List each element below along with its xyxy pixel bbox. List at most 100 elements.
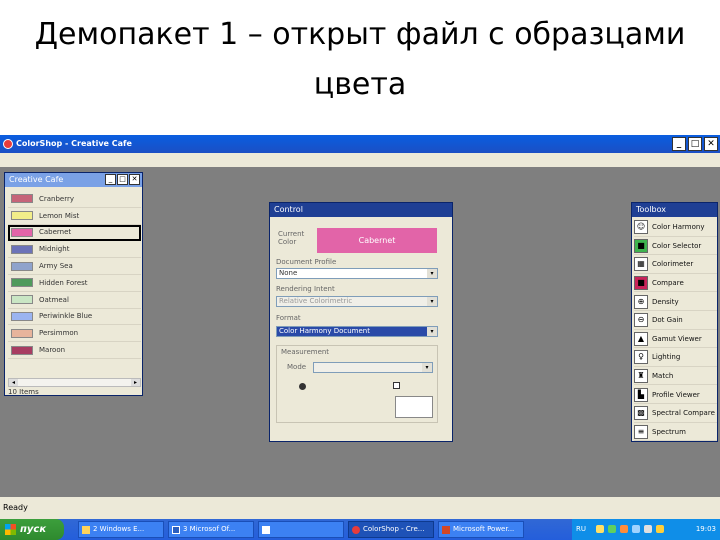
chevron-down-icon[interactable]: ▾ [427, 269, 437, 278]
swatch-item[interactable]: Oatmeal [8, 292, 141, 309]
task-label: ColorShop - Cre... [363, 525, 425, 533]
tool-icon: ■ [634, 276, 648, 291]
swatch-list: Cranberry Lemon Mist Cabernet Midnight Army … [8, 191, 141, 359]
tool-item[interactable]: ■ Color Selector [634, 238, 717, 256]
tool-item[interactable]: ⊕ Density [634, 293, 717, 311]
scroll-left-icon[interactable]: ◂ [9, 379, 18, 386]
rendering-intent-select[interactable]: Relative Colorimetric ▾ [276, 296, 438, 307]
tool-icon: ▦ [634, 257, 648, 272]
app-title: ColorShop - Creative Cafe [16, 139, 132, 148]
rendering-intent-label: Rendering Intent [276, 285, 335, 293]
status-text: Ready [3, 503, 28, 512]
windows-flag-icon [5, 524, 16, 535]
tool-item[interactable]: ▦ Colorimeter [634, 256, 717, 274]
taskbar: пуск 2 Windows E... 3 Microsof Of... Col… [0, 519, 720, 540]
current-color-swatch[interactable]: Cabernet [317, 228, 437, 253]
start-label: пуск [20, 524, 47, 535]
tool-label: Spectrum [652, 427, 686, 436]
swatch-item[interactable]: Hidden Forest [8, 275, 141, 292]
swatch-label: Maroon [39, 346, 66, 355]
cafe-close-button[interactable]: ✕ [129, 174, 140, 185]
swatch-item[interactable]: Persimmon [8, 325, 141, 343]
control-title: Control [274, 205, 303, 214]
color-chip [11, 244, 33, 254]
swatch-item[interactable]: Lemon Mist [8, 208, 141, 225]
tray-icon[interactable] [596, 525, 604, 533]
tool-item[interactable]: ♀ Lighting [634, 349, 717, 367]
tool-item[interactable]: ▩ Spectral Compare [634, 405, 717, 423]
tray-icon[interactable] [656, 525, 664, 533]
tool-icon: ▩ [634, 406, 648, 421]
swatch-item[interactable]: Cabernet [8, 224, 141, 242]
cafe-maximize-button[interactable]: □ [117, 174, 128, 185]
tool-item[interactable]: ▙ Profile Viewer [634, 386, 717, 404]
swatch-item[interactable]: Army Sea [8, 258, 141, 275]
tool-label: Gamut Viewer [652, 334, 702, 343]
word-icon [172, 526, 180, 534]
tool-item[interactable]: ▲ Gamut Viewer [634, 331, 717, 349]
tool-icon: ≡ [634, 424, 648, 439]
start-button[interactable]: пуск [0, 519, 64, 540]
cafe-minimize-button[interactable]: _ [105, 174, 116, 185]
tool-item[interactable]: ■ Compare [634, 275, 717, 293]
measure-button[interactable] [395, 396, 433, 418]
tray-icon[interactable] [620, 525, 628, 533]
creative-cafe-title: Creative Cafe [9, 175, 64, 184]
current-color-label: Current Color [278, 230, 305, 246]
item-count: 10 Items [8, 388, 39, 396]
taskbar-item-document[interactable] [258, 521, 344, 538]
tool-icon: ▙ [634, 387, 648, 402]
measurement-checkbox[interactable] [393, 382, 400, 389]
powerpoint-icon [442, 526, 450, 534]
tray-icon[interactable] [608, 525, 616, 533]
swatch-item[interactable]: Maroon [8, 342, 141, 359]
taskbar-item-explorer[interactable]: 2 Windows E... [78, 521, 164, 538]
tool-item[interactable]: ☺ Color Harmony [634, 219, 717, 237]
tool-icon: ■ [634, 238, 648, 253]
control-panel: Control Current Color Cabernet Document … [269, 202, 453, 442]
scroll-right-icon[interactable]: ▸ [131, 379, 140, 386]
swatch-item[interactable]: Cranberry [8, 191, 141, 208]
swatch-item[interactable]: Periwinkle Blue [8, 309, 141, 326]
tool-label: Spectral Compare [652, 409, 715, 418]
close-button[interactable]: ✕ [704, 137, 718, 151]
tool-label: Dot Gain [652, 316, 683, 325]
status-bar: Ready [0, 497, 720, 519]
toolbox-titlebar: Toolbox [632, 203, 717, 217]
minimize-button[interactable]: _ [672, 137, 686, 151]
document-profile-label: Document Profile [276, 258, 337, 266]
swatch-label: Cabernet [39, 228, 72, 237]
taskbar-item-powerpoint[interactable]: Microsoft Power... [438, 521, 524, 538]
tray-icon[interactable] [632, 525, 640, 533]
taskbar-item-office[interactable]: 3 Microsof Of... [168, 521, 254, 538]
maximize-button[interactable]: □ [688, 137, 702, 151]
document-icon [262, 526, 270, 534]
swatch-item[interactable]: Midnight [8, 241, 141, 259]
chevron-down-icon[interactable]: ▾ [427, 327, 437, 336]
color-chip [11, 328, 33, 338]
chevron-down-icon[interactable]: ▾ [422, 363, 432, 372]
app-titlebar: ColorShop - Creative Cafe _ □ ✕ [0, 135, 720, 153]
color-chip [11, 295, 33, 305]
chevron-down-icon[interactable]: ▾ [427, 297, 437, 306]
slide-title-line2: цвета [313, 67, 407, 102]
tool-item[interactable]: ≡ Spectrum [634, 424, 717, 442]
horizontal-scrollbar[interactable]: ◂ ▸ [8, 378, 141, 387]
menubar [0, 153, 720, 167]
tray-icon[interactable] [644, 525, 652, 533]
tool-item[interactable]: ♜ Match [634, 368, 717, 386]
slide-title-line1: Демопакет 1 – открыт файл с образцами [34, 17, 686, 52]
mode-label: Mode [287, 363, 307, 371]
taskbar-item-colorshop[interactable]: ColorShop - Cre... [348, 521, 434, 538]
swatch-label: Lemon Mist [39, 211, 80, 220]
language-indicator[interactable]: RU [576, 519, 586, 540]
tool-item[interactable]: ⊖ Dot Gain [634, 312, 717, 330]
document-profile-select[interactable]: None ▾ [276, 268, 438, 279]
measurement-radio[interactable] [299, 383, 306, 390]
format-value: Color Harmony Document [279, 327, 370, 335]
swatch-label: Periwinkle Blue [39, 312, 93, 321]
toolbox-panel: Toolbox ☺ Color Harmony ■ Color Selector ▦ Co… [631, 202, 718, 442]
format-select[interactable]: Color Harmony Document ▾ [276, 326, 438, 337]
mode-select[interactable]: ▾ [313, 362, 433, 373]
swatch-label: Cranberry [39, 194, 75, 203]
